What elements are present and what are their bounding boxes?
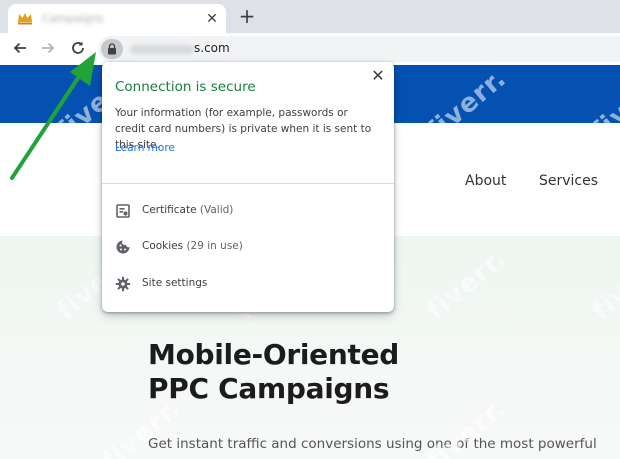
hero-title: Mobile-Oriented PPC Campaigns (148, 338, 399, 406)
nav-link-about[interactable]: About (465, 173, 506, 189)
cookies-label: Cookies (142, 240, 184, 252)
certificate-icon (116, 204, 130, 218)
redacted-url (130, 45, 194, 54)
site-info-popup: ✕ Connection is secure Your information … (102, 62, 394, 312)
address-bar[interactable]: s.com (98, 36, 620, 62)
cookies-row[interactable]: Cookies (29 in use) (102, 231, 394, 263)
hero-subtitle: Get instant traffic and conversions usin… (148, 436, 597, 452)
back-arrow-icon (13, 42, 26, 54)
nav-link-services[interactable]: Services (539, 173, 598, 189)
tab-close-icon[interactable]: ✕ (204, 11, 220, 27)
url-text: s.com (194, 41, 230, 55)
cookie-icon (116, 240, 130, 254)
site-settings-label: Site settings (142, 277, 208, 289)
close-icon[interactable]: ✕ (368, 66, 388, 86)
forward-button[interactable] (37, 37, 59, 59)
browser-toolbar: s.com (0, 33, 620, 65)
tab-title: Campaigns (42, 12, 104, 24)
certificate-status: (Valid) (199, 204, 234, 216)
forward-arrow-icon (42, 42, 55, 54)
crown-icon (18, 13, 32, 25)
back-button[interactable] (9, 37, 31, 59)
reload-icon (72, 41, 84, 54)
hero-title-line-1: Mobile-Oriented (148, 338, 400, 371)
site-settings-row[interactable]: Site settings (102, 268, 394, 300)
hero-title-line-2: PPC Campaigns (148, 372, 390, 405)
certificate-row[interactable]: Certificate (Valid) (102, 195, 394, 227)
tab-strip: Campaigns ✕ + (0, 0, 620, 33)
certificate-label: Certificate (142, 204, 197, 216)
cookies-count: (29 in use) (186, 240, 243, 252)
learn-more-link[interactable]: Learn more (115, 142, 175, 154)
lock-icon (108, 43, 116, 55)
browser-tab[interactable]: Campaigns ✕ (8, 4, 226, 33)
divider (102, 183, 394, 184)
new-tab-button[interactable]: + (236, 6, 258, 26)
site-info-button[interactable] (101, 39, 123, 59)
gear-icon (115, 276, 131, 292)
popup-heading: Connection is secure (115, 79, 256, 95)
reload-button[interactable] (67, 37, 89, 59)
